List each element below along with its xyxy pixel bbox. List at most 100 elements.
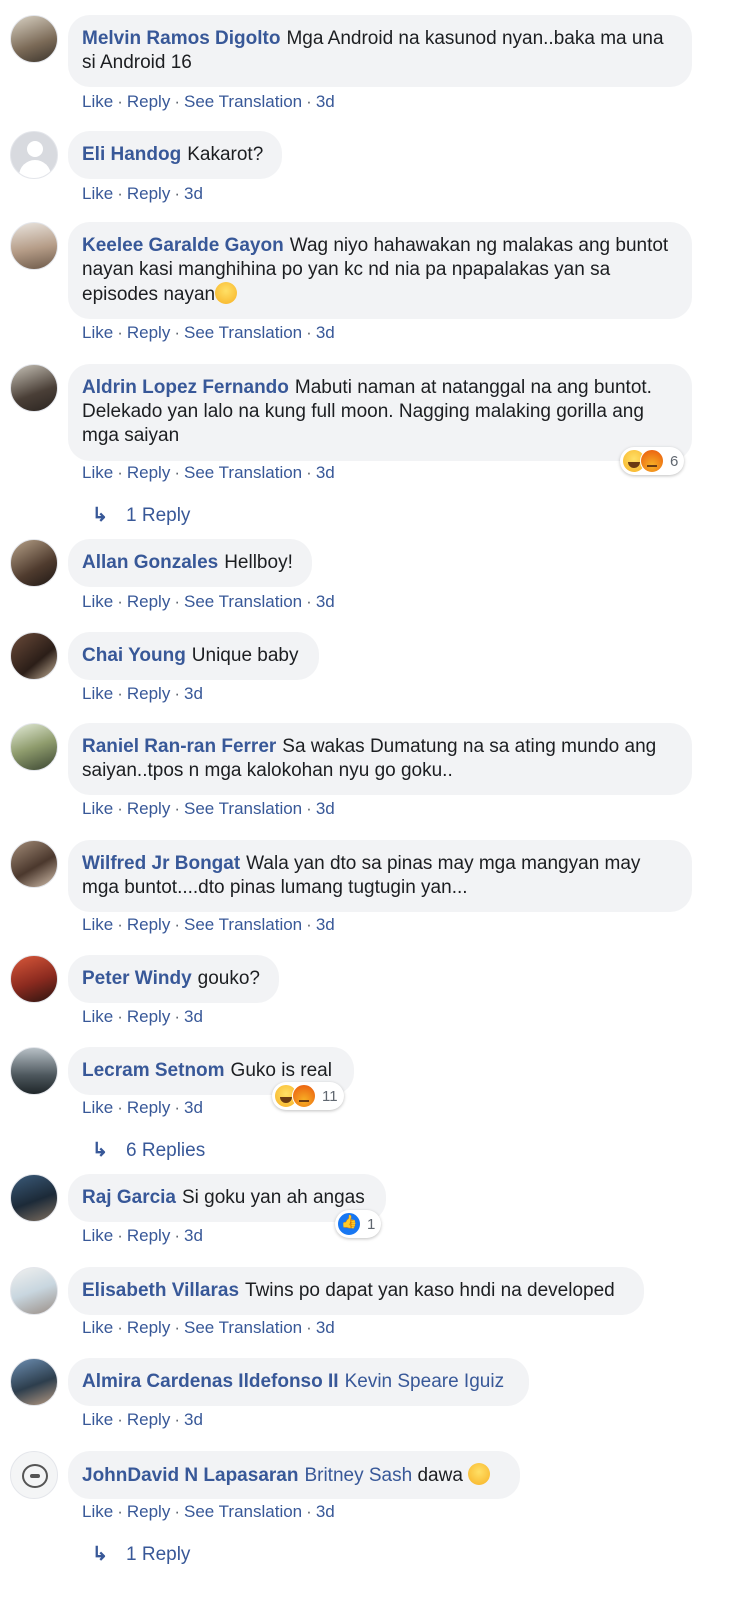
reply-link[interactable]: Reply	[127, 1502, 170, 1521]
avatar[interactable]	[10, 955, 58, 1003]
like-link[interactable]: Like	[82, 1502, 113, 1521]
timestamp[interactable]: 3d	[184, 184, 203, 203]
reply-link[interactable]: Reply	[127, 915, 170, 934]
avatar[interactable]	[10, 1047, 58, 1095]
like-link[interactable]: Like	[82, 1098, 113, 1117]
avatar[interactable]	[10, 632, 58, 680]
timestamp[interactable]: 3d	[316, 1318, 335, 1337]
commenter-name[interactable]: Wilfred Jr Bongat	[82, 853, 240, 874]
reply-link[interactable]: Reply	[127, 684, 170, 703]
separator: ·	[117, 92, 123, 111]
reply-link[interactable]: Reply	[127, 323, 170, 342]
separator: ·	[306, 799, 312, 818]
commenter-name[interactable]: Aldrin Lopez Fernando	[82, 377, 289, 398]
timestamp[interactable]: 3d	[184, 1007, 203, 1026]
commenter-name[interactable]: Elisabeth Villaras	[82, 1280, 239, 1301]
like-link[interactable]: Like	[82, 592, 113, 611]
avatar[interactable]	[10, 539, 58, 587]
avatar[interactable]	[10, 364, 58, 412]
see-translation-link[interactable]: See Translation	[184, 915, 302, 934]
like-link[interactable]: Like	[82, 684, 113, 703]
mention-link[interactable]: Britney Sash	[304, 1465, 412, 1486]
see-translation-link[interactable]: See Translation	[184, 799, 302, 818]
reply-link[interactable]: Reply	[127, 799, 170, 818]
separator: ·	[174, 463, 180, 482]
reply-link[interactable]: Reply	[127, 1410, 170, 1429]
reaction-summary[interactable]: 6	[620, 447, 685, 475]
avatar[interactable]	[10, 222, 58, 270]
avatar[interactable]	[10, 723, 58, 771]
see-translation-link[interactable]: See Translation	[184, 1502, 302, 1521]
like-link[interactable]: Like	[82, 1007, 113, 1026]
reply-arrow-icon: ↳	[92, 1544, 108, 1565]
like-link[interactable]: Like	[82, 323, 113, 342]
timestamp[interactable]: 3d	[316, 799, 335, 818]
timestamp[interactable]: 3d	[184, 1410, 203, 1429]
timestamp[interactable]: 3d	[184, 1226, 203, 1245]
see-translation-link[interactable]: See Translation	[184, 92, 302, 111]
timestamp[interactable]: 3d	[316, 1502, 335, 1521]
commenter-name[interactable]: Raniel Ran-ran Ferrer	[82, 736, 276, 757]
reply-link[interactable]: Reply	[127, 1318, 170, 1337]
reaction-summary[interactable]: 1	[335, 1210, 382, 1238]
comment-actions: Like · Reply · See Translation · 3d	[82, 914, 335, 936]
like-link[interactable]: Like	[82, 1226, 113, 1245]
reaction-summary[interactable]: 11	[272, 1082, 344, 1110]
like-link[interactable]: Like	[82, 915, 113, 934]
avatar[interactable]	[10, 1451, 58, 1499]
commenter-name[interactable]: Lecram Setnom	[82, 1060, 225, 1081]
like-link[interactable]: Like	[82, 92, 113, 111]
reply-link[interactable]: Reply	[127, 1098, 170, 1117]
timestamp[interactable]: 3d	[316, 463, 335, 482]
see-translation-link[interactable]: See Translation	[184, 1318, 302, 1337]
view-replies-link[interactable]: ↳ 6 Replies	[92, 1139, 205, 1162]
comment-actions: Like · Reply · See Translation · 3d	[82, 1317, 335, 1339]
avatar[interactable]	[10, 131, 58, 179]
commenter-name[interactable]: Raj Garcia	[82, 1187, 176, 1208]
commenter-name[interactable]: Chai Young	[82, 645, 186, 666]
reply-link[interactable]: Reply	[127, 463, 170, 482]
avatar[interactable]	[10, 1267, 58, 1315]
like-link[interactable]: Like	[82, 1318, 113, 1337]
commenter-name[interactable]: Peter Windy	[82, 968, 192, 989]
commenter-name[interactable]: Keelee Garalde Gayon	[82, 235, 284, 256]
reaction-count: 6	[670, 452, 679, 470]
timestamp[interactable]: 3d	[316, 915, 335, 934]
comment-actions: Like · Reply · 3d	[82, 1225, 203, 1247]
timestamp[interactable]: 3d	[316, 323, 335, 342]
timestamp[interactable]: 3d	[316, 92, 335, 111]
comment-actions: Like · Reply · See Translation · 3d	[82, 91, 335, 113]
reply-link[interactable]: Reply	[127, 1226, 170, 1245]
avatar[interactable]	[10, 1174, 58, 1222]
timestamp[interactable]: 3d	[316, 592, 335, 611]
reply-link[interactable]: Reply	[127, 92, 170, 111]
like-link[interactable]: Like	[82, 463, 113, 482]
see-translation-link[interactable]: See Translation	[184, 463, 302, 482]
separator: ·	[174, 1502, 180, 1521]
like-link[interactable]: Like	[82, 184, 113, 203]
timestamp[interactable]: 3d	[184, 684, 203, 703]
commenter-name[interactable]: Almira Cardenas Ildefonso II	[82, 1371, 339, 1392]
timestamp[interactable]: 3d	[184, 1098, 203, 1117]
like-link[interactable]: Like	[82, 799, 113, 818]
separator: ·	[174, 592, 180, 611]
commenter-name[interactable]: Melvin Ramos Digolto	[82, 28, 280, 49]
avatar[interactable]	[10, 15, 58, 63]
see-translation-link[interactable]: See Translation	[184, 323, 302, 342]
mention-link[interactable]: Kevin Speare Iguiz	[345, 1371, 505, 1392]
see-translation-link[interactable]: See Translation	[184, 592, 302, 611]
separator: ·	[174, 1226, 180, 1245]
commenter-name[interactable]: Allan Gonzales	[82, 552, 218, 573]
avatar[interactable]	[10, 1358, 58, 1406]
separator: ·	[174, 1318, 180, 1337]
view-replies-link[interactable]: ↳ 1 Reply	[92, 1543, 190, 1566]
avatar[interactable]	[10, 840, 58, 888]
like-link[interactable]: Like	[82, 1410, 113, 1429]
angry-reaction-icon	[292, 1084, 316, 1108]
commenter-name[interactable]: Eli Handog	[82, 144, 181, 165]
reply-link[interactable]: Reply	[127, 1007, 170, 1026]
view-replies-link[interactable]: ↳ 1 Reply	[92, 504, 190, 527]
reply-link[interactable]: Reply	[127, 592, 170, 611]
commenter-name[interactable]: JohnDavid N Lapasaran	[82, 1465, 298, 1486]
reply-link[interactable]: Reply	[127, 184, 170, 203]
